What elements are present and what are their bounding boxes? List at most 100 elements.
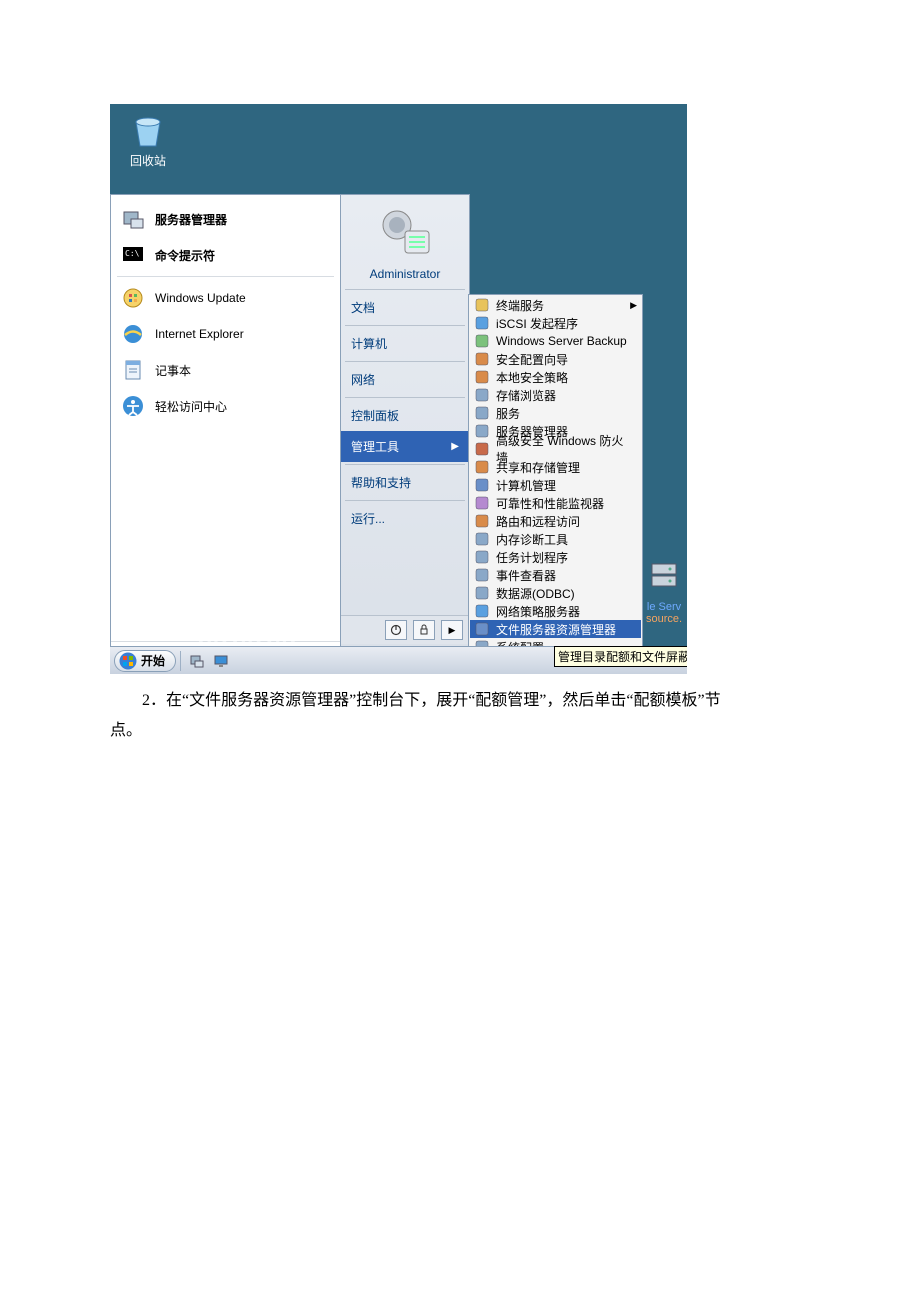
submenu-item[interactable]: 可靠性和性能监视器	[470, 494, 641, 512]
submenu-label: 任务计划程序	[496, 549, 568, 566]
submenu-item[interactable]: 内存诊断工具	[470, 530, 641, 548]
side-server-label: le Serv source.	[641, 558, 687, 634]
tool-icon	[474, 315, 490, 331]
lock-icon	[418, 624, 430, 636]
submenu-item[interactable]: 服务	[470, 404, 641, 422]
right-item-label: 计算机	[351, 335, 387, 352]
right-item-label: 文档	[351, 299, 375, 316]
recent-ie[interactable]: Internet Explorer	[111, 316, 340, 352]
tool-icon	[474, 297, 490, 313]
submenu-label: Windows Server Backup	[496, 334, 627, 348]
tool-icon	[474, 567, 490, 583]
recent-notepad[interactable]: 记事本	[111, 352, 340, 388]
right-computer[interactable]: 计算机	[341, 328, 469, 359]
right-run[interactable]: 运行...	[341, 503, 469, 534]
pinned-command-prompt[interactable]: C:\ 命令提示符	[111, 237, 340, 273]
submenu-label: 可靠性和性能监视器	[496, 495, 604, 512]
right-admin-tools[interactable]: 管理工具▶	[341, 431, 469, 462]
windows-orb-icon	[119, 652, 137, 670]
recycle-bin[interactable]: 回收站	[118, 110, 178, 169]
ease-access-icon	[121, 394, 145, 418]
recent-label: Windows Update	[155, 291, 246, 305]
recent-windows-update[interactable]: Windows Update	[111, 280, 340, 316]
pinned-server-manager[interactable]: 服务器管理器	[111, 201, 340, 237]
user-avatar	[375, 205, 435, 261]
lock-button[interactable]	[413, 620, 435, 640]
recent-label: 记事本	[155, 362, 191, 379]
ie-icon	[121, 322, 145, 346]
right-documents[interactable]: 文档	[341, 292, 469, 323]
submenu-label: 终端服务	[496, 297, 544, 314]
submenu-item[interactable]: 计算机管理	[470, 476, 641, 494]
submenu-item[interactable]: 安全配置向导	[470, 350, 641, 368]
submenu-label: 事件查看器	[496, 567, 556, 584]
tool-icon	[474, 495, 490, 511]
recycle-bin-icon	[128, 110, 168, 150]
tool-icon	[474, 405, 490, 421]
submenu-label: 计算机管理	[496, 477, 556, 494]
submenu-item[interactable]: 高级安全 Windows 防火墙	[470, 440, 641, 458]
submenu-item[interactable]: 终端服务▶	[470, 296, 641, 314]
submenu-label: 存储浏览器	[496, 387, 556, 404]
tool-icon	[474, 621, 490, 637]
admin-tools-submenu: 终端服务▶iSCSI 发起程序 Windows Server Backup 安全配置…	[468, 294, 643, 674]
submenu-label: iSCSI 发起程序	[496, 315, 578, 332]
recent-label: 轻松访问中心	[155, 398, 227, 415]
svg-text:C:\: C:\	[125, 249, 140, 258]
power-button[interactable]	[385, 620, 407, 640]
submenu-item[interactable]: 任务计划程序	[470, 548, 641, 566]
start-label: 开始	[141, 652, 165, 669]
right-item-label: 网络	[351, 371, 375, 388]
user-name: Administrator	[341, 267, 469, 287]
tool-icon	[474, 369, 490, 385]
quick-launch-server-manager[interactable]	[186, 651, 208, 671]
submenu-item[interactable]: 数据源(ODBC)	[470, 584, 641, 602]
right-item-label: 控制面板	[351, 407, 399, 424]
recent-ease-of-access[interactable]: 轻松访问中心	[111, 388, 340, 424]
right-help[interactable]: 帮助和支持	[341, 467, 469, 498]
tool-icon	[474, 549, 490, 565]
tool-icon	[474, 351, 490, 367]
submenu-item[interactable]: 存储浏览器	[470, 386, 641, 404]
submenu-label: 本地安全策略	[496, 369, 568, 386]
submenu-label: 服务	[496, 405, 520, 422]
cmd-icon: C:\	[121, 243, 145, 267]
tool-icon	[474, 585, 490, 601]
shutdown-menu[interactable]: ▶	[441, 620, 463, 640]
caption-text: 2．在“文件服务器资源管理器”控制台下，展开“配额管理”，然后单击“配额模板”节…	[110, 686, 730, 747]
submenu-item[interactable]: 文件服务器资源管理器	[470, 620, 641, 638]
tool-icon	[474, 441, 490, 457]
submenu-label: 路由和远程访问	[496, 513, 580, 530]
right-item-label: 运行...	[351, 510, 385, 527]
server-icon	[644, 558, 684, 598]
start-menu-right: Administrator 文档 计算机 网络 控制面板 管理工具▶ 帮助和支持…	[340, 194, 470, 649]
separator	[117, 276, 334, 277]
start-button[interactable]: 开始	[114, 650, 176, 672]
power-icon	[390, 624, 402, 636]
right-item-label: 帮助和支持	[351, 474, 411, 491]
pinned-label: 服务器管理器	[155, 211, 227, 228]
server-manager-icon	[121, 207, 145, 231]
right-control-panel[interactable]: 控制面板	[341, 400, 469, 431]
submenu-item[interactable]: 网络策略服务器	[470, 602, 641, 620]
start-menu-left: 服务器管理器 C:\ 命令提示符 Windows Update Internet…	[110, 194, 340, 649]
submenu-item[interactable]: iSCSI 发起程序	[470, 314, 641, 332]
pinned-label: 命令提示符	[155, 247, 215, 264]
submenu-label: 内存诊断工具	[496, 531, 568, 548]
recycle-bin-label: 回收站	[118, 152, 178, 169]
submenu-item[interactable]: 共享和存储管理	[470, 458, 641, 476]
tool-icon	[474, 531, 490, 547]
submenu-item[interactable]: 本地安全策略	[470, 368, 641, 386]
quick-launch-show-desktop[interactable]	[210, 651, 232, 671]
submenu-label: 文件服务器资源管理器	[496, 621, 616, 638]
submenu-item[interactable]: Windows Server Backup	[470, 332, 641, 350]
submenu-label: 数据源(ODBC)	[496, 585, 575, 602]
side-text-2: source.	[641, 613, 687, 625]
right-network[interactable]: 网络	[341, 364, 469, 395]
tool-icon	[474, 333, 490, 349]
side-text-1: le Serv	[641, 601, 687, 613]
submenu-item[interactable]: 路由和远程访问	[470, 512, 641, 530]
submenu-item[interactable]: 事件查看器	[470, 566, 641, 584]
right-item-label: 管理工具	[351, 438, 399, 455]
windows-update-icon	[121, 286, 145, 310]
